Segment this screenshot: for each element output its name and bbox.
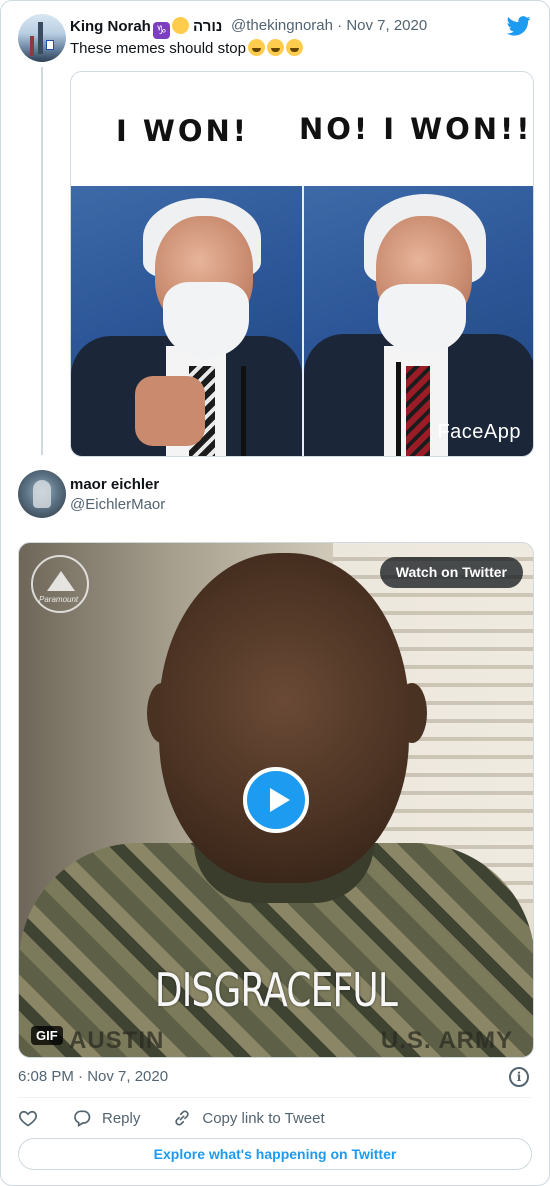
beard-shape [378, 284, 466, 354]
gif-video-player[interactable]: Paramount Watch on Twitter DISGRACEFUL A… [18, 542, 534, 1058]
meme-image[interactable]: I WON! NO! I WON!! FaceApp [70, 71, 534, 457]
quoted-handle-date[interactable]: @thekingnorah · Nov 7, 2020 [231, 17, 427, 34]
meme-caption-left: I WON! [116, 114, 250, 148]
tweet-actions: Reply Copy link to Tweet [18, 1106, 325, 1130]
quoted-date: Nov 7, 2020 [346, 17, 428, 34]
reply-button[interactable]: Reply [72, 1108, 140, 1128]
tweet-text-body: These memes should stop [70, 40, 246, 57]
maor-eichler-avatar[interactable] [18, 470, 66, 518]
twitter-bird-icon[interactable] [507, 15, 531, 37]
copy-link-button[interactable]: Copy link to Tweet [172, 1108, 325, 1128]
author-name-text: King Norah [70, 18, 151, 35]
avatar-building-shape [38, 22, 43, 54]
quoted-author-name[interactable]: King Norah ♑ נורה [70, 17, 222, 39]
link-icon [175, 1110, 190, 1126]
watch-on-twitter-button[interactable]: Watch on Twitter [379, 557, 523, 588]
video-caption: DISGRACEFUL [154, 963, 398, 1017]
meme-caption-right: NO! I WON!! [299, 112, 533, 146]
avatar-building-shape [30, 36, 34, 56]
tears-of-joy-emoji-icon [266, 39, 284, 56]
beard-shape [163, 282, 249, 358]
separator-dot: · [337, 17, 343, 34]
quoted-handle: @thekingnorah [231, 17, 333, 34]
meme-panel-right: FaceApp [304, 186, 533, 456]
gif-badge: GIF [31, 1026, 63, 1045]
microphone-shape [396, 362, 401, 456]
nametape-right: U.S. ARMY [380, 1027, 513, 1054]
quoted-tweet-text: These memes should stop [70, 39, 303, 57]
microphone-shape [241, 366, 246, 456]
actions-divider [18, 1097, 532, 1098]
play-icon [270, 788, 290, 812]
tweet-timestamp[interactable]: 6:08 PM · Nov 7, 2020 [18, 1068, 168, 1085]
meme-caption-area: I WON! NO! I WON!! [71, 72, 533, 186]
head-shape [159, 553, 409, 883]
reply-label: Reply [102, 1109, 141, 1127]
mountain-shape [47, 571, 75, 591]
thread-connector-line [41, 67, 43, 455]
explore-twitter-button[interactable]: Explore what's happening on Twitter [18, 1138, 532, 1170]
meme-panel-left [71, 186, 302, 456]
play-button[interactable] [243, 767, 309, 833]
like-button[interactable] [18, 1108, 38, 1128]
heart-icon [19, 1110, 37, 1127]
paramount-logo: Paramount [31, 555, 89, 613]
nametape-left: AUSTIN [69, 1027, 165, 1054]
capricorn-emoji-icon: ♑ [152, 22, 170, 39]
tears-of-joy-emoji-icon [285, 39, 303, 56]
faceapp-watermark: FaceApp [437, 421, 521, 443]
author-name-suffix: נורה [193, 18, 223, 35]
author-handle[interactable]: @EichlerMaor [70, 496, 165, 513]
king-norah-avatar[interactable] [18, 14, 66, 62]
relieved-face-emoji-icon [171, 17, 189, 34]
copy-link-label: Copy link to Tweet [202, 1109, 325, 1127]
logo-text: Paramount [39, 595, 79, 604]
reply-bubble-icon [74, 1110, 91, 1127]
author-name[interactable]: maor eichler [70, 476, 159, 493]
info-icon[interactable]: i [509, 1067, 529, 1087]
avatar-flag-shape [46, 40, 54, 50]
tie-shape [406, 366, 430, 456]
hand-shape [135, 376, 205, 446]
tears-of-joy-emoji-icon [247, 39, 265, 56]
avatar-figure-shape [33, 480, 51, 508]
tweet-embed-card: King Norah ♑ נורה @thekingnorah · Nov 7, … [0, 0, 550, 1186]
